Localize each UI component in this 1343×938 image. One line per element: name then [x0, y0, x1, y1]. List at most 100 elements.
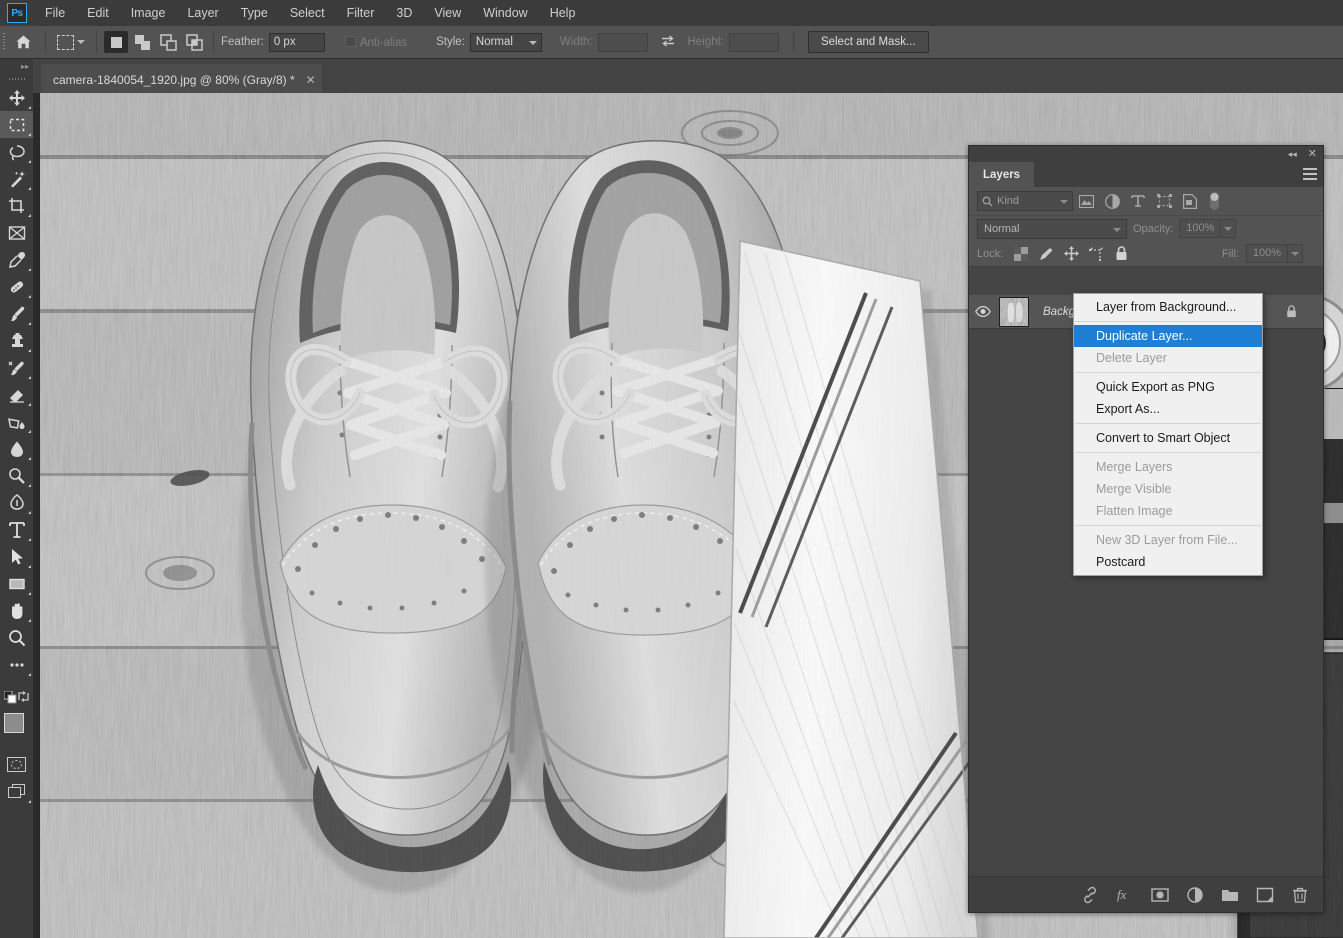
swap-width-height-icon[interactable]: [660, 34, 676, 51]
anti-alias-checkbox[interactable]: [344, 35, 356, 47]
context-menu-item[interactable]: Quick Export as PNG: [1074, 376, 1262, 398]
lock-all-icon[interactable]: [1110, 244, 1132, 264]
eyedropper-icon: [8, 251, 25, 268]
menu-file[interactable]: File: [34, 0, 76, 26]
layer-context-menu[interactable]: Layer from Background... Duplicate Layer.…: [1073, 293, 1263, 576]
home-icon[interactable]: [8, 29, 38, 55]
panel-menu-icon[interactable]: [1303, 168, 1317, 180]
menu-image[interactable]: Image: [120, 0, 177, 26]
spot-healing-brush-tool[interactable]: [0, 273, 33, 300]
menu-window[interactable]: Window: [472, 0, 538, 26]
magnifier-icon: [8, 629, 25, 646]
menu-view[interactable]: View: [423, 0, 472, 26]
blend-mode-select[interactable]: Normal: [977, 218, 1127, 239]
active-tool-preset-picker[interactable]: [53, 34, 89, 50]
zoom-tool[interactable]: [0, 624, 33, 651]
filter-type-layers-icon[interactable]: [1125, 190, 1151, 212]
menu-select[interactable]: Select: [279, 0, 336, 26]
collapse-to-icons-icon[interactable]: ◂◂: [1288, 149, 1297, 159]
gradient-tool[interactable]: [0, 408, 33, 435]
layer-style-button[interactable]: fx: [1116, 886, 1134, 904]
eye-icon[interactable]: [969, 295, 997, 329]
height-input[interactable]: [728, 32, 779, 52]
filter-shape-layers-icon[interactable]: [1151, 190, 1177, 212]
style-select[interactable]: Normal: [469, 32, 542, 52]
context-menu-item[interactable]: Layer from Background...: [1074, 296, 1262, 318]
context-menu-item[interactable]: Export As...: [1074, 398, 1262, 420]
width-input[interactable]: [597, 32, 648, 52]
svg-text:fx: fx: [1117, 887, 1127, 902]
swap-colors-icon[interactable]: [17, 690, 30, 706]
history-brush-tool[interactable]: [0, 354, 33, 381]
crop-tool[interactable]: [0, 192, 33, 219]
close-icon[interactable]: ✕: [306, 74, 316, 86]
menu-edit[interactable]: Edit: [76, 0, 120, 26]
type-tool[interactable]: [0, 516, 33, 543]
menu-filter[interactable]: Filter: [336, 0, 386, 26]
new-selection-icon: [110, 36, 122, 48]
move-tool[interactable]: [0, 84, 33, 111]
context-menu-item[interactable]: Convert to Smart Object: [1074, 427, 1262, 449]
dodge-tool[interactable]: [0, 462, 33, 489]
lock-transparent-pixels-icon[interactable]: [1010, 244, 1032, 264]
new-selection-button[interactable]: [104, 31, 128, 53]
context-menu-item[interactable]: Duplicate Layer...: [1074, 325, 1262, 347]
tab-layers[interactable]: Layers: [969, 162, 1035, 187]
close-icon[interactable]: ✕: [1308, 149, 1317, 160]
object-selection-tool[interactable]: [0, 165, 33, 192]
filter-smart-objects-icon[interactable]: [1177, 190, 1203, 212]
opacity-input[interactable]: 100%: [1179, 219, 1222, 238]
filter-kind-select[interactable]: Kind: [977, 191, 1073, 211]
lock-image-pixels-icon[interactable]: [1035, 244, 1057, 264]
frame-tool[interactable]: [0, 219, 33, 246]
expand-panel-icon[interactable]: ▸▸: [0, 59, 33, 74]
link-layers-button[interactable]: [1081, 886, 1099, 904]
new-layer-button[interactable]: [1256, 886, 1274, 904]
feather-input[interactable]: 0 px: [268, 32, 325, 52]
pen-tool[interactable]: [0, 489, 33, 516]
opacity-stepper[interactable]: [1221, 219, 1237, 238]
menu-layer[interactable]: Layer: [176, 0, 229, 26]
default-colors-icon[interactable]: [3, 690, 17, 707]
intersect-with-selection-button[interactable]: [182, 31, 206, 53]
context-menu-item: Delete Layer: [1096, 351, 1167, 365]
menu-3d[interactable]: 3D: [385, 0, 423, 26]
eyedropper-tool[interactable]: [0, 246, 33, 273]
anti-alias-label[interactable]: Anti-alias: [344, 35, 407, 49]
delete-layer-button[interactable]: [1291, 886, 1309, 904]
brush-tool[interactable]: [0, 300, 33, 327]
filter-enable-toggle-icon[interactable]: [1207, 190, 1221, 212]
select-and-mask-button[interactable]: Select and Mask...: [807, 31, 929, 53]
hand-tool[interactable]: [0, 597, 33, 624]
path-selection-tool[interactable]: [0, 543, 33, 570]
add-layer-mask-button[interactable]: [1151, 886, 1169, 904]
document-tab[interactable]: camera-1840054_1920.jpg @ 80% (Gray/8) *…: [41, 64, 322, 93]
foreground-color-swatch[interactable]: [4, 713, 24, 733]
fill-input[interactable]: 100%: [1246, 244, 1288, 263]
menu-type[interactable]: Type: [230, 0, 279, 26]
rectangle-tool[interactable]: [0, 570, 33, 597]
lock-position-icon[interactable]: [1060, 244, 1082, 264]
filter-adjustment-layers-icon[interactable]: [1099, 190, 1125, 212]
eraser-tool[interactable]: [0, 381, 33, 408]
layer-thumbnail[interactable]: [999, 296, 1029, 327]
context-menu-item[interactable]: Postcard: [1074, 551, 1262, 573]
clone-stamp-tool[interactable]: [0, 327, 33, 354]
menu-help[interactable]: Help: [539, 0, 587, 26]
quick-mask-icon[interactable]: [0, 751, 33, 778]
lock-artboard-nesting-icon[interactable]: [1085, 244, 1107, 264]
options-bar-grip[interactable]: [0, 26, 8, 59]
new-group-button[interactable]: [1221, 886, 1239, 904]
blur-tool[interactable]: [0, 435, 33, 462]
add-to-selection-button[interactable]: [130, 31, 154, 53]
filter-pixel-layers-icon[interactable]: [1073, 190, 1099, 212]
lasso-tool[interactable]: [0, 138, 33, 165]
selection-mode-group: [104, 31, 206, 53]
screen-mode-icon[interactable]: [0, 778, 33, 805]
edit-toolbar[interactable]: [0, 651, 33, 678]
new-adjustment-layer-button[interactable]: [1186, 886, 1204, 904]
rectangular-marquee-tool[interactable]: [0, 111, 33, 138]
tools-panel-grip[interactable]: [0, 74, 33, 84]
fill-stepper[interactable]: [1288, 244, 1303, 263]
subtract-from-selection-button[interactable]: [156, 31, 180, 53]
